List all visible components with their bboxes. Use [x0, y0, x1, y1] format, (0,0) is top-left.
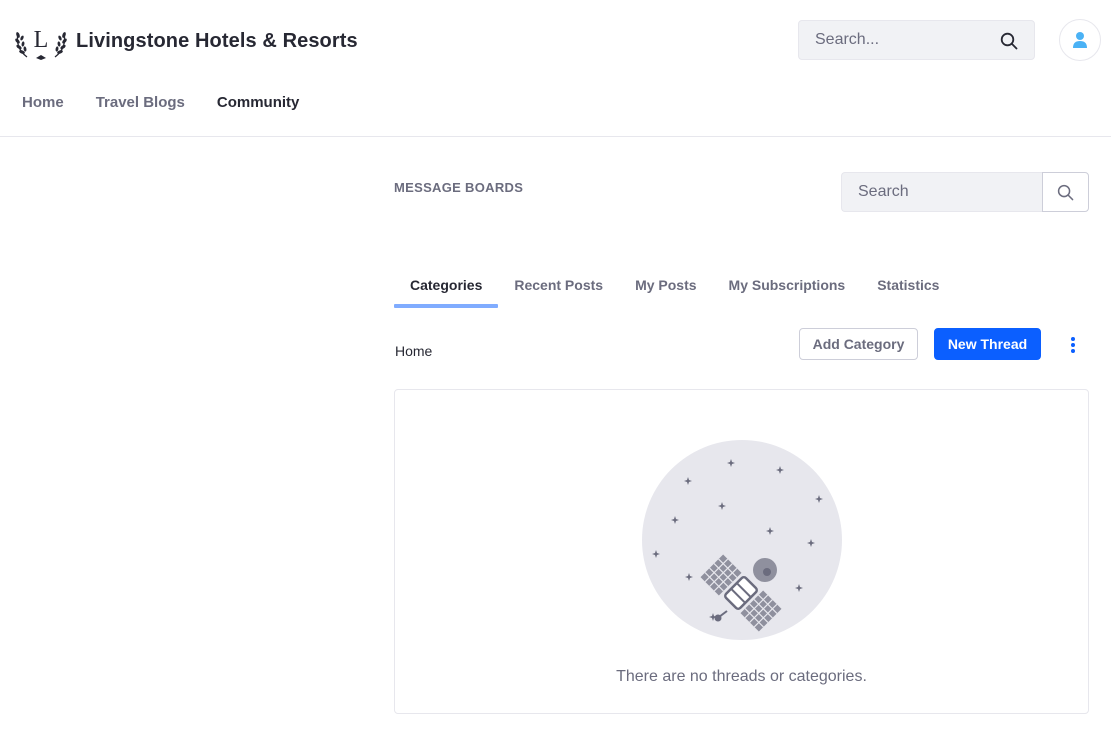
message-boards-search-input[interactable] — [841, 172, 1042, 212]
tab-recent-posts[interactable]: Recent Posts — [498, 268, 619, 308]
site-brand[interactable]: L Livingstone Hotels & Resorts — [14, 22, 358, 60]
portlet-title: MESSAGE BOARDS — [394, 180, 524, 195]
add-category-button[interactable]: Add Category — [799, 328, 918, 360]
new-thread-button[interactable]: New Thread — [934, 328, 1041, 360]
tab-my-subscriptions[interactable]: My Subscriptions — [713, 268, 862, 308]
tab-my-posts[interactable]: My Posts — [619, 268, 712, 308]
empty-state-message: There are no threads or categories. — [616, 668, 867, 685]
message-boards-tabs: Categories Recent Posts My Posts My Subs… — [394, 268, 955, 308]
main-navigation: Home Travel Blogs Community — [6, 86, 315, 120]
message-boards-search — [841, 172, 1089, 212]
tab-statistics[interactable]: Statistics — [861, 268, 955, 308]
message-boards-search-button[interactable] — [1042, 172, 1089, 212]
header-search — [798, 20, 1035, 60]
user-avatar-button[interactable] — [1059, 19, 1101, 61]
nav-item-community[interactable]: Community — [201, 86, 316, 120]
options-menu-button[interactable] — [1061, 331, 1085, 359]
vertical-ellipsis-icon — [1071, 337, 1075, 353]
svg-text:L: L — [34, 27, 49, 53]
site-name[interactable]: Livingstone Hotels & Resorts — [76, 30, 358, 53]
user-icon — [1073, 32, 1087, 48]
empty-state-card: There are no threads or categories. — [394, 389, 1089, 714]
site-header: L Livingstone Hotels & Resorts Home Trav… — [0, 0, 1111, 137]
tab-categories[interactable]: Categories — [394, 268, 499, 308]
nav-item-travel-blogs[interactable]: Travel Blogs — [80, 86, 201, 120]
nav-item-home[interactable]: Home — [6, 86, 80, 120]
search-icon[interactable] — [1000, 32, 1018, 50]
header-search-input[interactable] — [799, 21, 989, 59]
search-icon — [1057, 184, 1074, 200]
laurel-logo-icon: L — [15, 27, 67, 60]
breadcrumb[interactable]: Home — [395, 343, 432, 359]
satellite-illustration — [642, 440, 842, 640]
